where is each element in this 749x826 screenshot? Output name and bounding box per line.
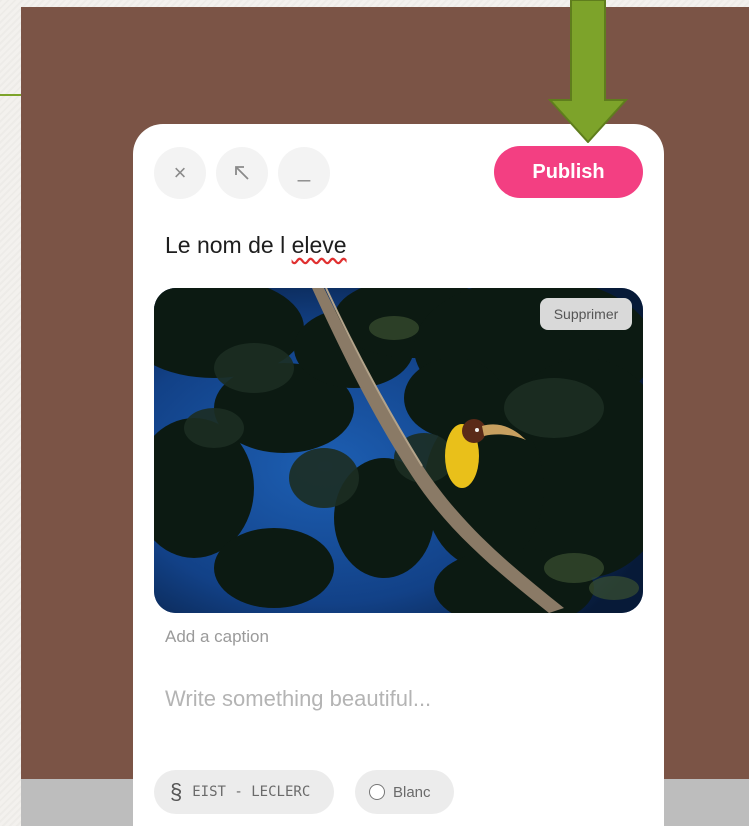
post-title[interactable]: Le nom de l eleve: [165, 232, 347, 259]
category-chip[interactable]: § EIST - LECLERC: [154, 770, 334, 814]
toucan-photo: [154, 288, 643, 613]
arrow-up-left-icon: [235, 166, 249, 180]
color-swatch-icon: [369, 784, 385, 800]
close-button[interactable]: ×: [154, 147, 206, 199]
misspelled-word: eleve: [291, 232, 347, 258]
publish-button[interactable]: Publish: [494, 146, 643, 198]
body-input[interactable]: Write something beautiful...: [165, 686, 431, 712]
delete-image-button[interactable]: Supprimer: [540, 298, 632, 330]
close-icon: ×: [173, 160, 187, 185]
category-label: EIST - LECLERC: [192, 784, 311, 800]
minimize-icon: _: [297, 157, 311, 182]
post-image[interactable]: [154, 288, 643, 613]
minimize-button[interactable]: _: [278, 147, 330, 199]
color-label: Blanc: [393, 783, 431, 801]
caption-input[interactable]: Add a caption: [165, 627, 269, 647]
post-title-text: Le nom de l: [165, 232, 292, 258]
expand-button[interactable]: [216, 147, 268, 199]
section-icon: §: [170, 779, 183, 804]
arrow-down-icon: [548, 0, 628, 143]
color-chip[interactable]: Blanc: [355, 770, 454, 814]
